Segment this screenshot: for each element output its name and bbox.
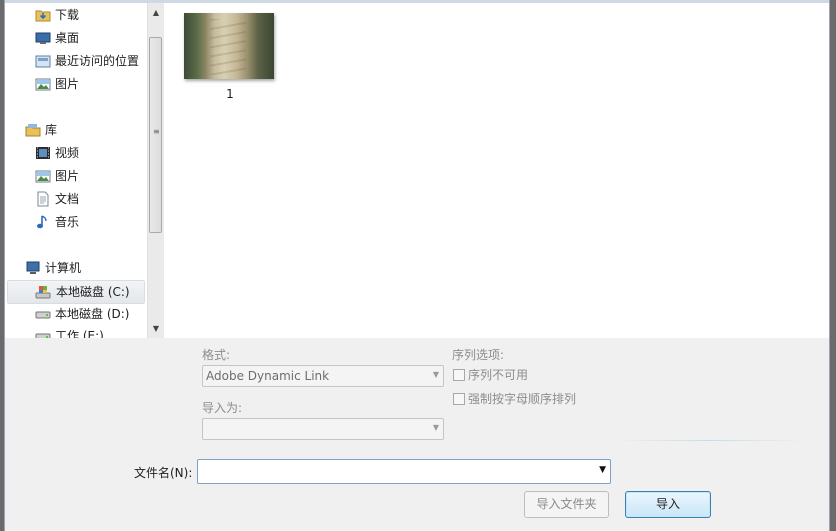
import-button[interactable]: 导入 xyxy=(625,491,711,518)
navigation-scrollbar[interactable]: ▲ ≡ ▼ xyxy=(147,3,164,338)
desktop-icon xyxy=(35,32,51,44)
nav-item-label: 本地磁盘 (D:) xyxy=(55,307,130,321)
file-list-area: 1 xyxy=(164,3,829,338)
format-label: 格式: xyxy=(202,348,231,362)
import-folder-button[interactable]: 导入文件夹 xyxy=(524,491,609,518)
chevron-down-icon: ▼ xyxy=(432,423,439,432)
nav-item-label: 计算机 xyxy=(45,261,82,275)
format-select[interactable]: Adobe Dynamic Link ▼ xyxy=(202,365,444,387)
chevron-down-icon: ▼ xyxy=(432,370,439,379)
file-item[interactable] xyxy=(184,13,276,83)
computer-icon xyxy=(26,261,40,274)
scroll-thumb[interactable]: ≡ xyxy=(149,37,162,233)
pictures-icon xyxy=(35,170,51,183)
system-drive-icon xyxy=(35,286,51,299)
file-name-field-label: 文件名(N): xyxy=(134,466,193,480)
import-as-select[interactable]: ▼ xyxy=(202,418,444,440)
nav-item-label: 最近访问的位置 xyxy=(55,54,140,68)
chevron-down-icon[interactable]: ▼ xyxy=(599,465,606,475)
file-name-label[interactable]: 1 xyxy=(184,87,276,101)
download-folder-icon xyxy=(35,10,51,22)
nav-item-label: 图片 xyxy=(55,169,80,183)
nav-item-label: 下载 xyxy=(55,8,80,22)
videos-icon xyxy=(36,147,50,159)
nav-item-label: 本地磁盘 (C:) xyxy=(56,285,130,299)
divider xyxy=(615,440,805,441)
force-alphabetical-label: 强制按字母顺序排列 xyxy=(468,392,577,406)
nav-item-drive-c[interactable]: 本地磁盘 (C:) xyxy=(7,280,145,304)
nav-item-label: 工作 (E:) xyxy=(55,329,104,338)
recent-places-icon xyxy=(35,55,51,68)
music-icon xyxy=(37,215,47,229)
nav-item-label: 库 xyxy=(45,123,58,137)
import-dialog: 下载 桌面 最近访问的位置 图片 库 视频 图片 文档 音乐 计算机 本地磁盘 … xyxy=(4,0,830,531)
pictures-icon xyxy=(35,78,51,91)
scroll-up-arrow-icon[interactable]: ▲ xyxy=(148,5,164,21)
navigation-pane: 下载 桌面 最近访问的位置 图片 库 视频 图片 文档 音乐 计算机 本地磁盘 … xyxy=(5,3,147,338)
format-select-value: Adobe Dynamic Link xyxy=(206,369,330,383)
file-name-input[interactable]: ▼ xyxy=(197,459,611,484)
sequence-unavailable-label: 序列不可用 xyxy=(468,368,529,382)
grip-icon: ≡ xyxy=(153,127,160,136)
sequence-unavailable-checkbox[interactable] xyxy=(453,369,465,381)
nav-item-label: 文档 xyxy=(55,192,80,206)
nav-item-label: 图片 xyxy=(55,77,80,91)
sequence-options-label: 序列选项: xyxy=(452,348,505,362)
nav-item-label: 桌面 xyxy=(55,31,80,45)
nav-item-label: 音乐 xyxy=(55,215,80,229)
import-as-label: 导入为: xyxy=(202,401,243,415)
force-alphabetical-checkbox[interactable] xyxy=(453,393,465,405)
libraries-icon xyxy=(25,124,41,137)
documents-icon xyxy=(37,191,49,207)
file-thumbnail[interactable] xyxy=(184,13,274,79)
drive-icon xyxy=(35,333,51,338)
options-panel: 格式: Adobe Dynamic Link ▼ 导入为: ▼ 序列选项: 序列… xyxy=(5,338,829,531)
drive-icon xyxy=(35,311,51,319)
scroll-down-arrow-icon[interactable]: ▼ xyxy=(148,321,164,337)
nav-item-label: 视频 xyxy=(55,146,80,160)
